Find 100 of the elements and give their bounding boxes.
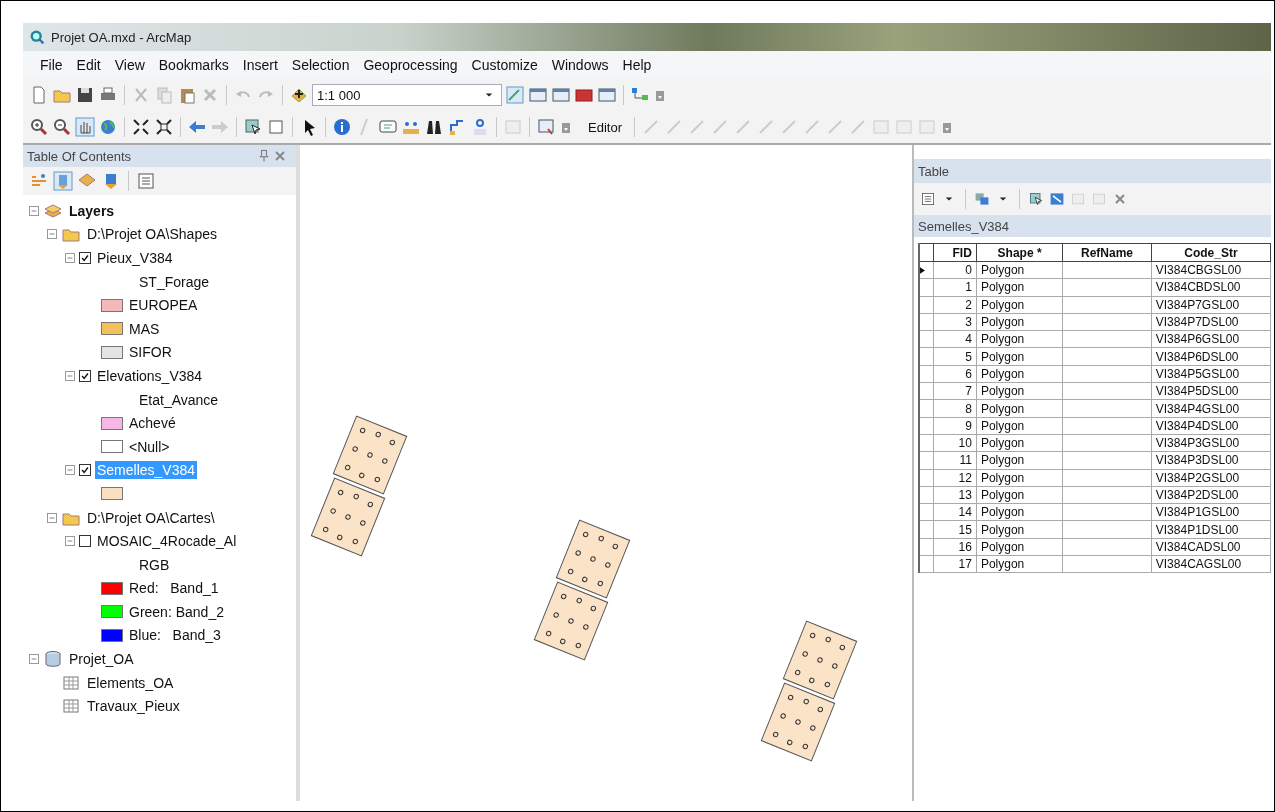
table-cell: Polygon (976, 417, 1063, 435)
table-cell: 5 (933, 348, 977, 366)
window-title: Projet OA.mxd - ArcMap (51, 29, 192, 45)
collapse-icon[interactable] (47, 229, 57, 240)
layer-name[interactable]: Pieux_V384 (95, 249, 175, 267)
legend-heading: Etat_Avance (138, 390, 220, 409)
table-cell: VI384P5GSL00 (1151, 365, 1271, 383)
table-cell: 15 (933, 520, 977, 539)
table-cell: Polygon (976, 261, 1063, 279)
table-name[interactable]: Travaux_Pieux (85, 697, 182, 716)
collapse-icon[interactable] (29, 654, 39, 665)
menu-item[interactable]: Customize (464, 55, 545, 75)
table-cell: VI384P7GSL00 (1151, 296, 1271, 314)
data-frame-name[interactable]: Layers (67, 201, 117, 220)
table-cell: Polygon (976, 399, 1063, 418)
menu-item[interactable]: Bookmarks (151, 55, 236, 75)
table-cell: 11 (933, 451, 977, 470)
layer-name[interactable]: Elevations_V384 (95, 366, 205, 385)
table-cell: VI384P4DSL00 (1151, 417, 1271, 435)
table-cell: Polygon (976, 486, 1063, 504)
menu-item[interactable]: Insert (235, 55, 285, 75)
panel-title: Table Of Contents (27, 148, 132, 164)
table-cell: 4 (933, 330, 977, 348)
legend-label: Green: Band_2 (128, 602, 225, 621)
menu-item[interactable]: View (107, 55, 152, 75)
select-features-icon[interactable] (1028, 191, 1044, 207)
table-cell: VI384P2DSL00 (1151, 486, 1271, 504)
collapse-icon[interactable] (65, 536, 75, 547)
column-header[interactable]: Shape * (976, 243, 1063, 262)
table-cell: Polygon (976, 520, 1063, 539)
table-cell: VI384CAGSL00 (1151, 555, 1271, 573)
collapse-icon[interactable] (29, 205, 39, 216)
table-options-icon[interactable] (920, 191, 936, 207)
zoom-fixed-out-icon[interactable] (154, 117, 174, 137)
geodatabase-name[interactable]: Projet_OA (67, 650, 136, 669)
related-tables-icon[interactable] (974, 191, 990, 207)
collapse-icon[interactable] (47, 512, 57, 523)
checkbox[interactable] (79, 535, 91, 548)
column-header[interactable]: FID (933, 243, 977, 262)
create-viewer-icon[interactable] (536, 117, 556, 137)
table-cell: 13 (933, 486, 977, 504)
row-selector[interactable] (919, 261, 934, 279)
menu-item[interactable]: Edit (69, 55, 108, 75)
checkbox[interactable] (79, 464, 91, 477)
globe-icon[interactable] (98, 117, 118, 137)
pin-icon[interactable] (256, 148, 272, 164)
table-cell: VI384CADSL00 (1151, 538, 1271, 556)
menu-item[interactable]: Windows (544, 55, 616, 75)
table-cell: 17 (933, 555, 977, 573)
menu-item[interactable]: File (33, 55, 70, 75)
zoom-fixed-in-icon[interactable] (131, 117, 151, 137)
folder-path[interactable]: D:\Projet OA\Shapes (85, 225, 219, 244)
table-name[interactable]: Elements_OA (85, 673, 176, 692)
checkbox[interactable] (79, 369, 91, 382)
table-cell: 12 (933, 469, 977, 487)
table-tab[interactable]: Semelles_V384 (914, 215, 1271, 237)
menu-item[interactable]: Selection (284, 55, 357, 75)
layer-name[interactable]: MOSAIC_4Rocade_Al (95, 532, 239, 551)
table-cell: Polygon (976, 538, 1063, 556)
menu-item[interactable]: Help (615, 55, 659, 75)
save-icon[interactable] (75, 85, 95, 105)
table-cell: VI384P3GSL00 (1151, 434, 1271, 452)
table-cell: 10 (933, 434, 977, 452)
legend-label: Blue: Band_3 (128, 626, 222, 645)
list-by-source-icon[interactable] (53, 171, 73, 191)
select-features-icon[interactable] (243, 117, 263, 137)
legend-label: MAS (128, 319, 161, 338)
legend-label: SIFOR (128, 343, 173, 362)
column-header[interactable]: Code_Str (1151, 243, 1271, 262)
pencil-icon[interactable] (505, 85, 525, 105)
table-cell: 1 (933, 278, 977, 297)
window-icon[interactable] (528, 85, 548, 105)
switch-selection-icon[interactable] (1049, 191, 1065, 207)
legend-label: <Null> (128, 437, 171, 456)
table-cell: Polygon (976, 330, 1063, 348)
scale-field[interactable]: 1:1 000 (312, 84, 502, 106)
table-cell: VI384CBDSL00 (1151, 278, 1271, 297)
collapse-icon[interactable] (65, 370, 75, 381)
menu-item[interactable]: Geoprocessing (356, 55, 465, 75)
database-icon (43, 649, 63, 670)
table-cell: 8 (933, 399, 977, 418)
legend-heading: RGB (138, 555, 171, 574)
collapse-icon[interactable] (65, 253, 75, 263)
checkbox[interactable] (79, 252, 91, 264)
zoom-in-icon[interactable] (29, 117, 49, 137)
identify-icon[interactable] (332, 117, 352, 137)
table-cell: Polygon (976, 365, 1063, 383)
collapse-icon[interactable] (65, 465, 75, 476)
table-cell: 3 (933, 313, 977, 331)
window-icon[interactable] (551, 85, 571, 105)
folder-path[interactable]: D:\Projet OA\Cartes\ (85, 508, 217, 527)
column-header[interactable]: RefName (1062, 243, 1152, 262)
editor-menu[interactable]: Editor (582, 117, 628, 137)
table-cell: VI384P1DSL00 (1151, 520, 1271, 539)
window-icon[interactable] (597, 85, 617, 105)
table-cell: Polygon (976, 278, 1063, 297)
table-cell: Polygon (976, 313, 1063, 331)
table-cell: VI384P5DSL00 (1151, 382, 1271, 400)
zoom-out-icon[interactable] (52, 117, 72, 137)
options-icon[interactable] (136, 171, 156, 191)
